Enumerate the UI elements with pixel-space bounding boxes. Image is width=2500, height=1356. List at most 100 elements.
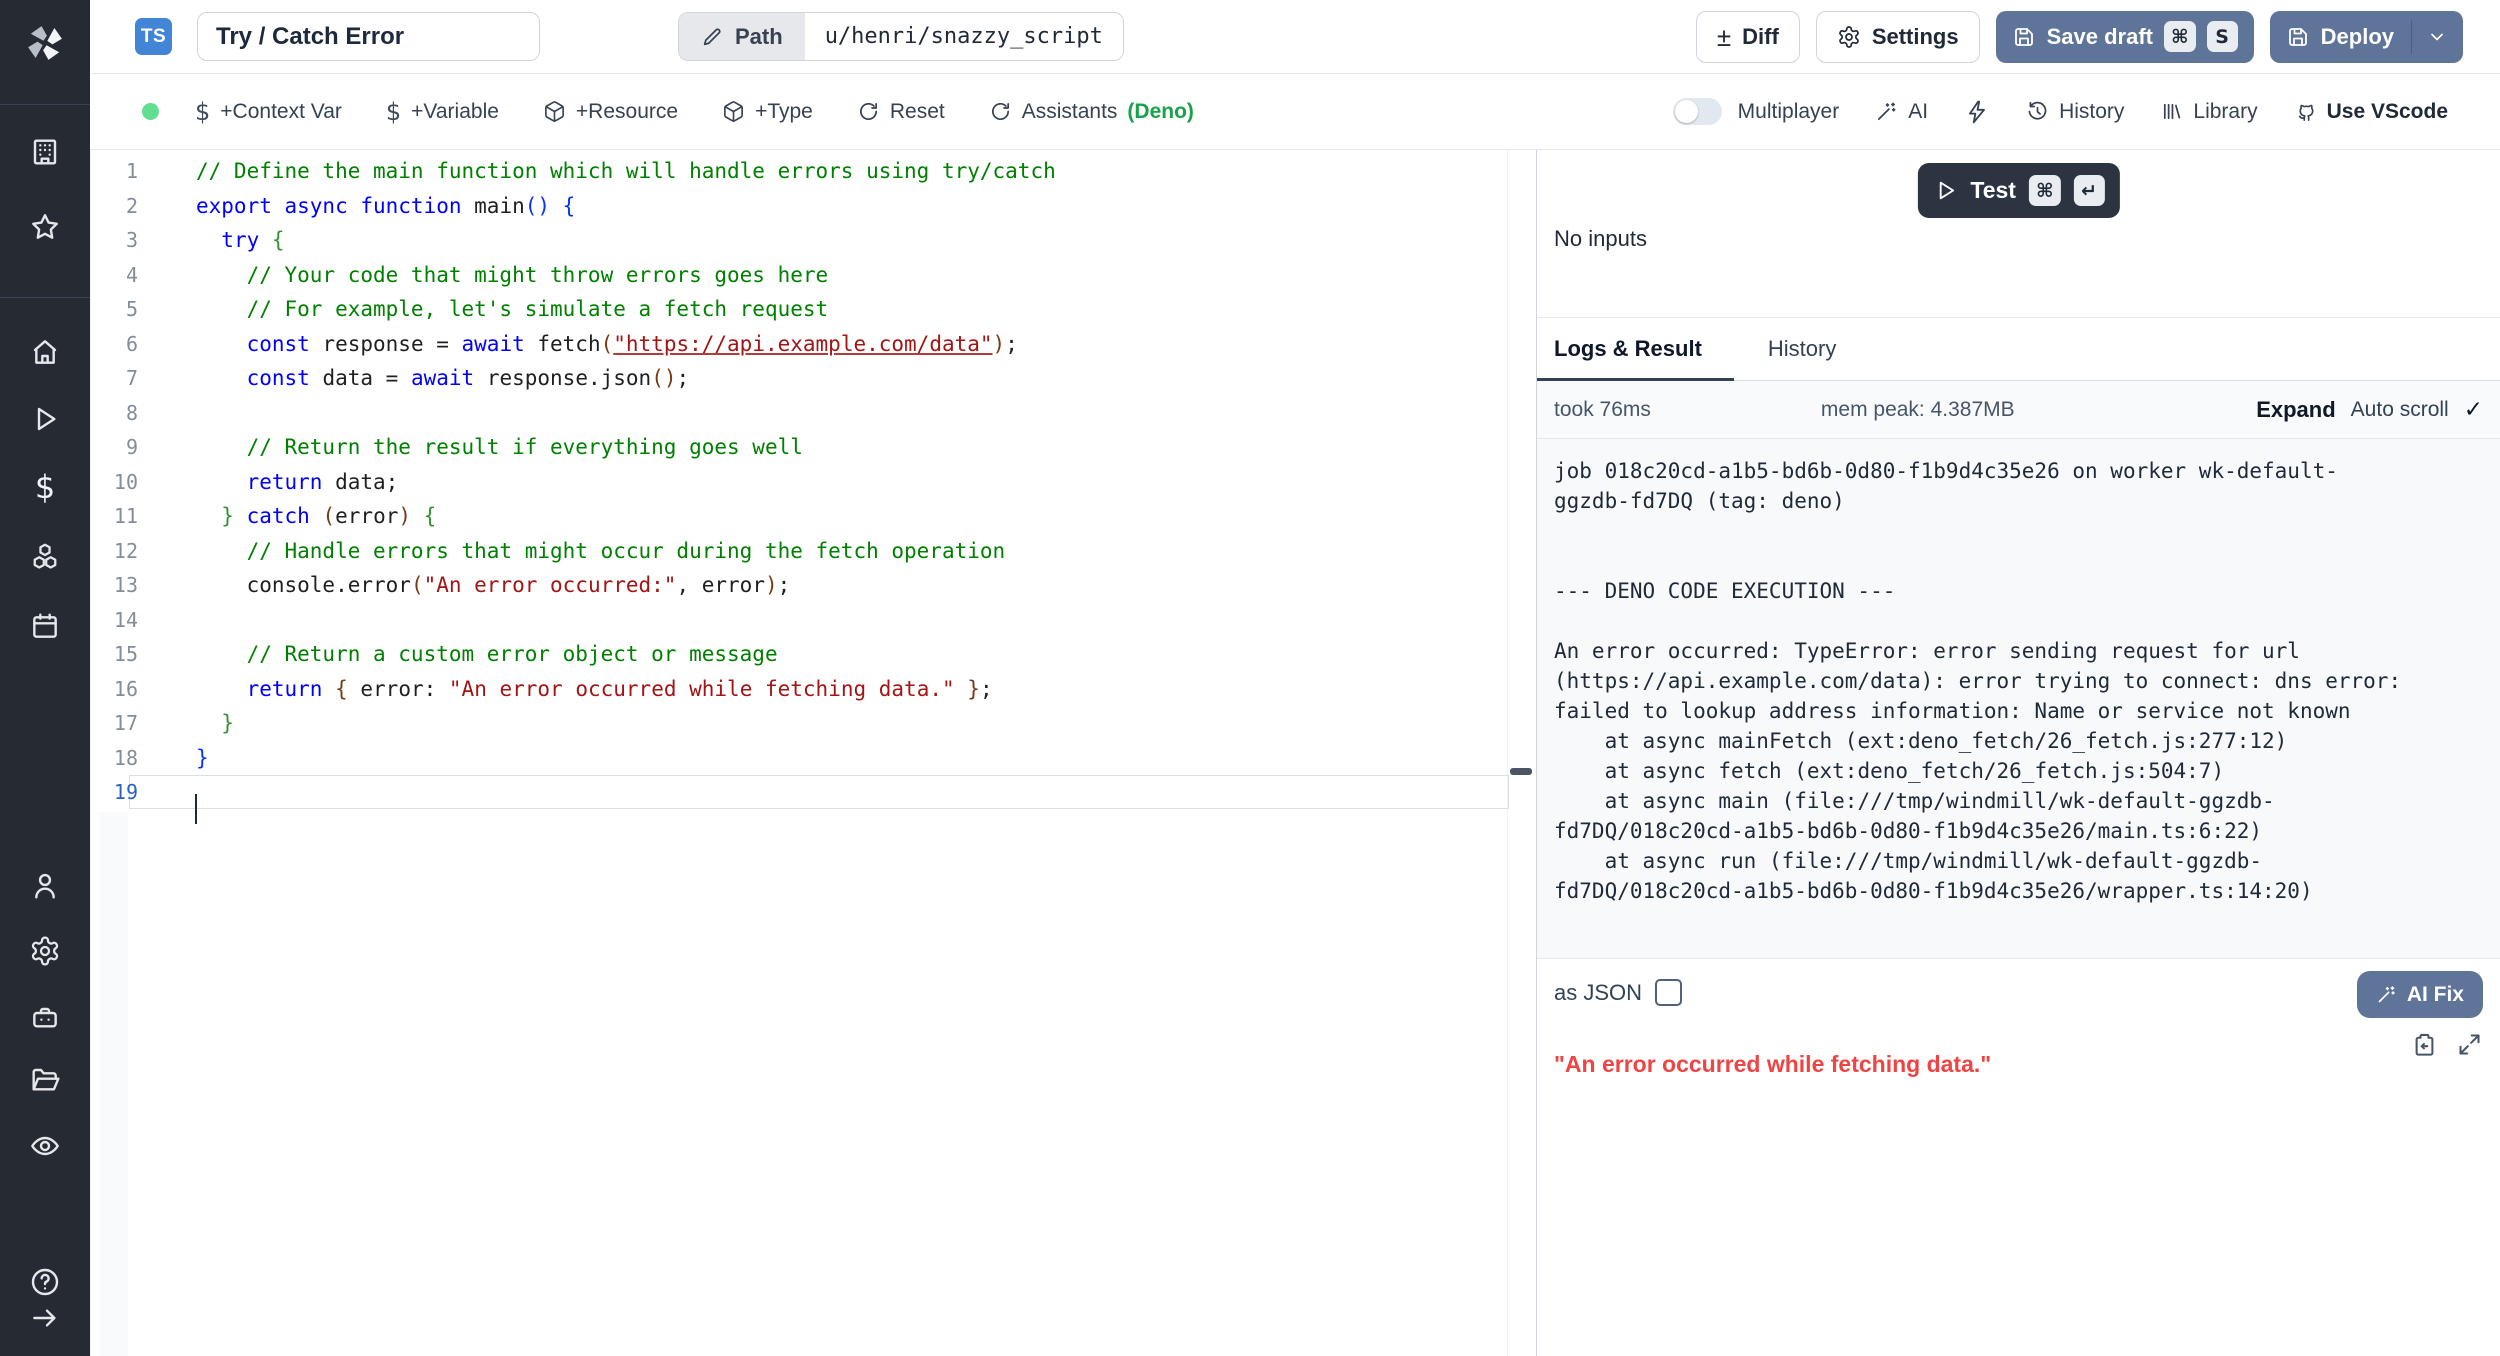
add-type-button[interactable]: +Type xyxy=(722,100,813,124)
calendar-icon xyxy=(29,610,61,642)
expand-logs-button[interactable]: Expand xyxy=(2256,397,2335,423)
gear-icon xyxy=(1837,25,1861,49)
code-line[interactable]: 4 // Your code that might throw errors g… xyxy=(91,258,1536,293)
code-line[interactable]: 16 return { error: "An error occurred wh… xyxy=(91,672,1536,707)
trigger-button[interactable] xyxy=(1964,99,1990,125)
copy-clipboard-icon[interactable] xyxy=(2411,1031,2438,1058)
code-line[interactable]: 15 // Return a custom error object or me… xyxy=(91,637,1536,672)
diff-button[interactable]: ± Diff xyxy=(1696,11,1800,63)
line-number: 3 xyxy=(91,228,138,252)
save-draft-button[interactable]: Save draft ⌘ S xyxy=(1996,11,2254,63)
sidebar-item-runs[interactable] xyxy=(0,403,90,435)
sidebar-item-audit-logs[interactable] xyxy=(0,1130,90,1162)
line-number: 19 xyxy=(91,780,138,804)
pencil-icon xyxy=(701,26,723,48)
sidebar-item-workers[interactable] xyxy=(0,1001,90,1033)
code-line[interactable]: 1// Define the main function which will … xyxy=(91,154,1536,189)
code-line[interactable]: 3 try { xyxy=(91,223,1536,258)
sidebar-item-resources[interactable] xyxy=(0,541,90,573)
assistants-button[interactable]: Assistants (Deno) xyxy=(989,100,1194,124)
code-line[interactable]: 9 // Return the result if everything goe… xyxy=(91,430,1536,465)
sidebar-item-users[interactable] xyxy=(0,870,90,902)
library-button[interactable]: Library xyxy=(2160,100,2257,124)
plus-minus-icon: ± xyxy=(1717,25,1731,49)
code-line[interactable]: 18} xyxy=(91,741,1536,776)
sidebar-collapse-button[interactable] xyxy=(0,1302,90,1334)
line-number: 17 xyxy=(91,711,138,735)
code-editor[interactable]: 1// Define the main function which will … xyxy=(90,150,1537,1356)
auto-scroll-toggle[interactable]: Auto scroll xyxy=(2351,398,2449,422)
sidebar-item-favorites[interactable] xyxy=(0,211,90,243)
arrow-right-icon xyxy=(29,1302,61,1334)
code-line[interactable]: 12 // Handle errors that might occur dur… xyxy=(91,534,1536,569)
code-line[interactable]: 5 // For example, let's simulate a fetch… xyxy=(91,292,1536,327)
robot-icon xyxy=(29,1001,61,1033)
line-number: 10 xyxy=(91,470,138,494)
code-line[interactable]: 13 console.error("An error occurred:", e… xyxy=(91,568,1536,603)
run-stats-bar: took 76ms mem peak: 4.387MB Expand Auto … xyxy=(1537,381,2500,439)
package-icon xyxy=(722,100,745,123)
status-dot xyxy=(142,103,159,120)
eye-icon xyxy=(29,1130,61,1162)
sidebar-item-home[interactable] xyxy=(0,336,90,368)
library-label: Library xyxy=(2193,100,2257,124)
code-line[interactable]: 11 } catch (error) { xyxy=(91,499,1536,534)
code-line[interactable]: 8 xyxy=(91,396,1536,431)
line-number: 1 xyxy=(91,159,138,183)
sidebar-item-folders[interactable] xyxy=(0,1064,90,1096)
diff-button-label: Diff xyxy=(1742,24,1779,50)
code-line[interactable]: 17 } xyxy=(91,706,1536,741)
result-tabs: Logs & Result History xyxy=(1537,318,2500,381)
ai-fix-label: AI Fix xyxy=(2407,983,2464,1007)
as-json-checkbox[interactable] xyxy=(1655,979,1682,1006)
add-context-var-button[interactable]: $ +Context Var xyxy=(195,98,342,126)
deploy-button-divider xyxy=(2411,20,2412,54)
test-button[interactable]: Test ⌘ ↵ xyxy=(1917,163,2119,218)
star-icon xyxy=(29,211,61,243)
ai-button[interactable]: AI xyxy=(1875,100,1928,124)
code-line[interactable]: 19 xyxy=(91,775,1536,810)
settings-button[interactable]: Settings xyxy=(1816,11,1980,63)
line-number: 14 xyxy=(91,608,138,632)
ai-fix-button[interactable]: AI Fix xyxy=(2357,971,2483,1018)
script-title-input[interactable]: Try / Catch Error xyxy=(197,12,540,61)
windmill-logo[interactable] xyxy=(0,20,90,66)
sidebar-item-schedules[interactable] xyxy=(0,610,90,642)
run-header: Test ⌘ ↵ No inputs xyxy=(1537,150,2500,318)
sidebar-item-workspace[interactable] xyxy=(0,136,90,168)
code-line[interactable]: 10 return data; xyxy=(91,465,1536,500)
library-icon xyxy=(2160,100,2183,123)
code-line[interactable]: 2export async function main() { xyxy=(91,189,1536,224)
clock-history-icon xyxy=(2026,100,2049,123)
tab-history[interactable]: History xyxy=(1748,318,1856,380)
add-variable-button[interactable]: $ +Variable xyxy=(386,98,499,126)
use-vscode-label: Use VScode xyxy=(2327,100,2448,124)
multiplayer-toggle[interactable] xyxy=(1673,98,1722,125)
kbd-enter: ↵ xyxy=(2074,175,2105,206)
add-resource-button[interactable]: +Resource xyxy=(543,100,678,124)
reset-button[interactable]: Reset xyxy=(857,100,945,124)
package-icon xyxy=(543,100,566,123)
chevron-down-icon[interactable] xyxy=(2427,27,2447,47)
code-line[interactable]: 14 xyxy=(91,603,1536,638)
kbd-cmd: ⌘ xyxy=(2164,21,2196,52)
use-vscode-button[interactable]: Use VScode xyxy=(2294,100,2448,124)
path-label[interactable]: Path xyxy=(679,13,805,60)
tab-logs-result[interactable]: Logs & Result xyxy=(1537,318,1734,380)
deploy-button[interactable]: Deploy xyxy=(2270,11,2463,63)
log-controls: Expand Auto scroll ✓ xyxy=(2256,396,2483,423)
fullscreen-icon[interactable] xyxy=(2456,1031,2483,1058)
dollar-icon: $ xyxy=(195,98,210,126)
history-button[interactable]: History xyxy=(2026,100,2124,124)
sidebar-item-variables[interactable]: $ xyxy=(0,471,90,503)
code-line[interactable]: 6 const response = await fetch("https://… xyxy=(91,327,1536,362)
runner-panel: Test ⌘ ↵ No inputs Logs & Result History… xyxy=(1537,150,2500,1356)
sidebar-item-settings[interactable] xyxy=(0,935,90,967)
line-number: 12 xyxy=(91,539,138,563)
code-line[interactable]: 7 const data = await response.json(); xyxy=(91,361,1536,396)
path-editor[interactable]: Path u/henri/snazzy_script xyxy=(678,12,1124,61)
path-value[interactable]: u/henri/snazzy_script xyxy=(805,13,1123,60)
checkmark-icon[interactable]: ✓ xyxy=(2464,396,2483,423)
ai-label: AI xyxy=(1908,100,1928,124)
sidebar-item-help[interactable] xyxy=(0,1266,90,1298)
